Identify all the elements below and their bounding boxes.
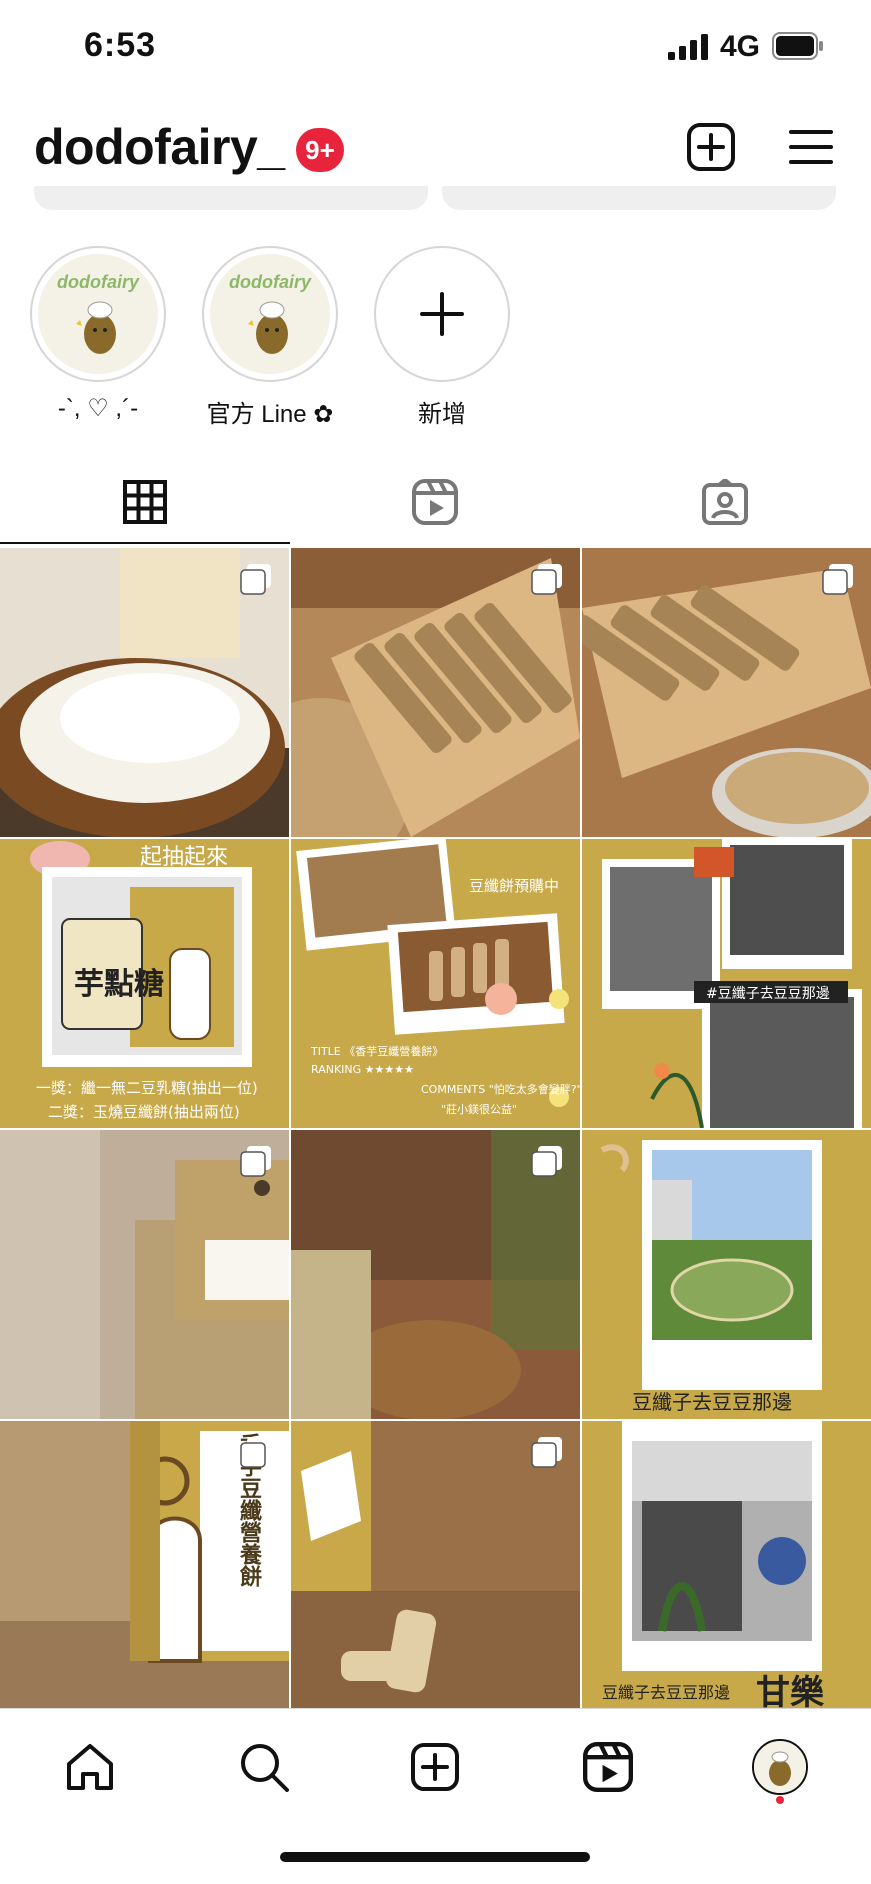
post-tile[interactable] — [0, 1130, 289, 1419]
poster-tag: 甘樂 — [756, 1673, 824, 1710]
tab-posts-grid[interactable] — [0, 460, 290, 544]
nav-create[interactable] — [405, 1737, 465, 1797]
highlight-ring: dodofairy — [202, 246, 338, 382]
highlight-cover: dodofairy — [38, 254, 158, 374]
poster-caption-comments: COMMENTS "怕吃太多會變胖?" — [421, 1083, 580, 1096]
nav-reels[interactable] — [578, 1737, 638, 1797]
bean-mascot-icon — [248, 301, 288, 354]
profile-tabs — [0, 460, 871, 544]
poster-caption: 豆纖子去豆豆那邊 — [632, 1390, 792, 1414]
username-switcher[interactable]: dodofairy_ — [34, 118, 285, 176]
plus-icon — [420, 292, 464, 336]
multi-photo-icon — [240, 564, 271, 595]
tab-reels[interactable] — [290, 460, 580, 544]
prize-line-1: 一獎：繼一無二豆乳糖(抽出一位) — [36, 1079, 258, 1097]
post-image-campus — [582, 1130, 871, 1419]
post-image-building — [582, 1421, 871, 1710]
reels-icon — [583, 1742, 633, 1792]
post-tile[interactable]: 豆纖子去豆豆那邊 — [582, 1130, 871, 1419]
home-icon — [67, 1744, 113, 1790]
profile-avatar — [752, 1739, 808, 1795]
highlight-label: 官方 Line ✿ — [206, 401, 334, 428]
create-icon — [411, 1743, 459, 1791]
post-tile[interactable] — [291, 1130, 580, 1419]
grid-icon — [123, 480, 167, 524]
poster-caption: 豆纖子去豆豆那邊 — [602, 1683, 731, 1702]
edit-profile-button[interactable] — [34, 186, 428, 210]
multi-photo-icon — [240, 1437, 271, 1468]
package-label: 芋點糖 — [74, 967, 164, 1002]
post-tile[interactable]: 起抽起來 芋點糖 一獎：繼一無二豆乳糖(抽出一位) 二獎：玉燒豆纖餅(抽出兩位) — [0, 839, 289, 1128]
home-indicator[interactable] — [280, 1852, 590, 1862]
notification-badge[interactable]: 9+ — [296, 128, 344, 172]
highlight-ring — [374, 246, 510, 382]
post-tile[interactable] — [291, 1421, 580, 1710]
network-type: 4G — [720, 30, 761, 63]
signal-icon — [668, 34, 708, 60]
highlight-brand: dodofairy — [228, 272, 311, 292]
highlight-ring: dodofairy — [30, 246, 166, 382]
poster-caption-ranking: RANKING ★★★★★ — [311, 1063, 414, 1076]
highlight-brand: dodofairy — [56, 272, 139, 292]
multi-photo-icon — [531, 1437, 562, 1468]
nav-profile[interactable] — [750, 1737, 810, 1797]
highlight-cover: dodofairy — [210, 254, 330, 374]
poster-title: 豆纖餅預購中 — [469, 877, 560, 895]
prize-line-2: 二獎：玉燒豆纖餅(抽出兩位) — [48, 1103, 240, 1121]
profile-header: dodofairy_ 9+ — [0, 110, 871, 190]
post-tile[interactable]: 豆纖子去豆豆那邊 甘樂 — [582, 1421, 871, 1710]
highlight-item[interactable]: dodofairy -`, ♡ ,´- — [30, 246, 166, 423]
post-tile[interactable]: 香芋豆纖營養餅 — [0, 1421, 289, 1710]
nav-home[interactable] — [60, 1737, 120, 1797]
multi-photo-icon — [240, 1146, 271, 1177]
reels-icon — [412, 479, 458, 525]
search-icon — [241, 1744, 289, 1792]
tagged-icon — [702, 479, 748, 525]
create-post-icon[interactable] — [686, 122, 736, 172]
post-tile[interactable]: #豆纖子去豆豆那邊 — [582, 839, 871, 1128]
posts-grid: 起抽起來 芋點糖 一獎：繼一無二豆乳糖(抽出一位) 二獎：玉燒豆纖餅(抽出兩位)… — [0, 548, 871, 1710]
bean-mascot-icon — [76, 301, 116, 354]
post-tile[interactable]: 豆纖餅預購中 TITLE 《香芋豆纖營養餅》 RANKING ★★★★★ COM… — [291, 839, 580, 1128]
poster-caption-quote: "莊小鎂很公益" — [441, 1103, 518, 1116]
highlight-label: 新增 — [418, 401, 466, 428]
story-highlights: dodofairy -`, ♡ ,´- dodofairy 官方 Line ✿ … — [0, 246, 871, 429]
battery-icon — [772, 32, 823, 60]
highlight-label: -`, ♡ ,´- — [57, 395, 139, 422]
status-time: 6:53 — [84, 26, 157, 64]
poster-heading: 起抽起來 — [140, 845, 229, 870]
multi-photo-icon — [822, 564, 853, 595]
post-tile[interactable] — [0, 548, 289, 837]
post-tile[interactable] — [291, 548, 580, 837]
nav-search[interactable] — [234, 1737, 294, 1797]
multi-photo-icon — [531, 564, 562, 595]
active-tab-indicator — [0, 542, 290, 544]
status-bar: 6:53 4G — [0, 0, 871, 100]
new-highlight-button[interactable]: 新增 — [374, 246, 510, 429]
poster-hashtag: #豆纖子去豆豆那邊 — [706, 986, 830, 1002]
tab-tagged[interactable] — [580, 460, 870, 544]
poster-caption-title: TITLE 《香芋豆纖營養餅》 — [311, 1045, 444, 1058]
multi-photo-icon — [531, 1146, 562, 1177]
activity-dot — [776, 1796, 784, 1804]
highlight-item[interactable]: dodofairy 官方 Line ✿ — [202, 246, 338, 429]
post-tile[interactable] — [582, 548, 871, 837]
menu-icon[interactable] — [788, 124, 834, 170]
bean-mascot-icon — [754, 1741, 806, 1793]
share-profile-button[interactable] — [442, 186, 836, 210]
